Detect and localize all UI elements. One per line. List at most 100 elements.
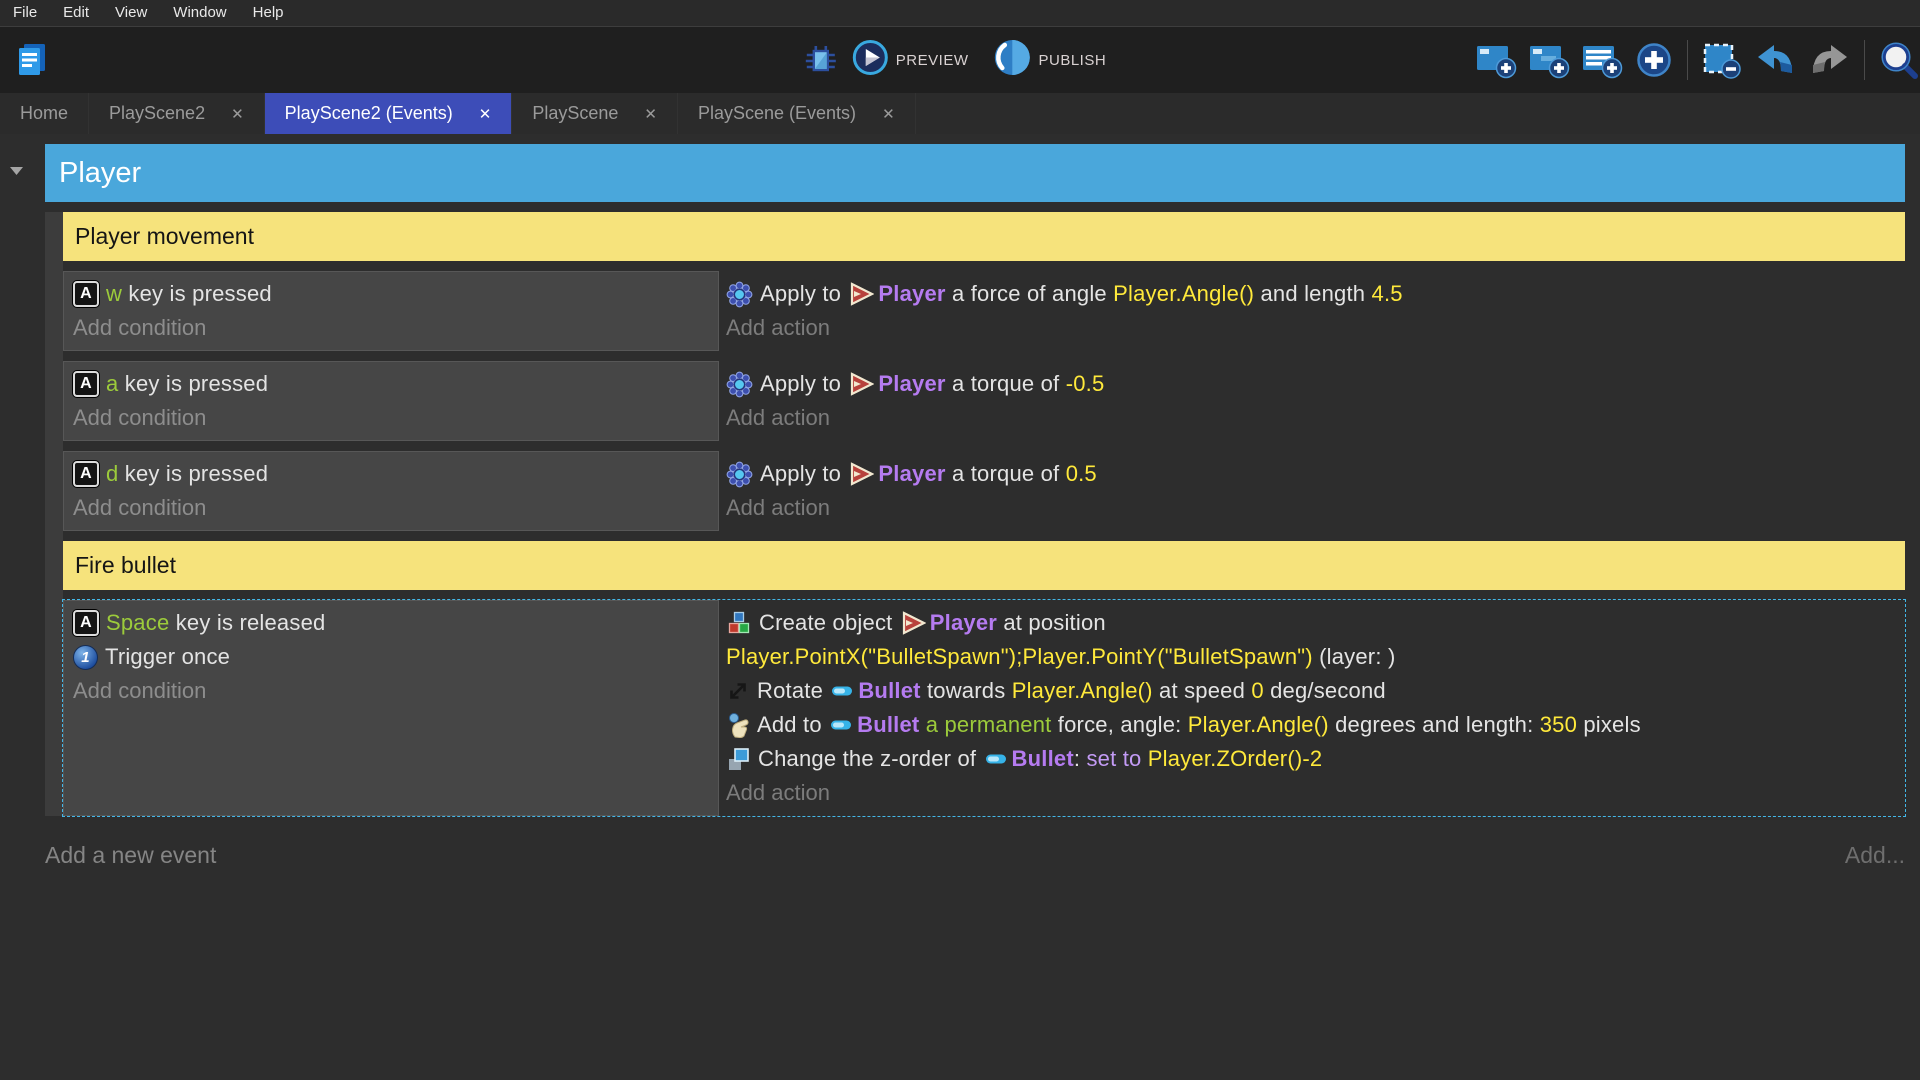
action[interactable]: Create object Player at position xyxy=(726,606,1905,640)
player-object-icon xyxy=(849,372,875,396)
physics-icon xyxy=(726,371,753,398)
comment-row[interactable]: Fire bullet xyxy=(63,541,1905,590)
create-object-icon xyxy=(726,610,752,636)
app-logo-icon[interactable] xyxy=(13,41,51,79)
add-subevent-icon[interactable] xyxy=(1528,41,1572,79)
text-segment: 350 xyxy=(1539,712,1578,737)
add-condition-button[interactable]: Add condition xyxy=(73,311,710,345)
add-action-button[interactable]: Add action xyxy=(726,401,1905,435)
group-title: Player xyxy=(59,156,142,189)
undo-icon[interactable] xyxy=(1754,42,1798,78)
tab-close-icon[interactable]: ✕ xyxy=(231,105,244,123)
text-segment: Player xyxy=(878,281,946,306)
text-segment: Apply to xyxy=(760,461,848,486)
menu-help[interactable]: Help xyxy=(240,0,297,26)
text-segment: Bullet xyxy=(858,678,921,703)
add-more-button[interactable]: Add... xyxy=(1845,842,1905,869)
toolbar-separator xyxy=(1864,40,1865,80)
tab-playscene2[interactable]: PlayScene2 ✕ xyxy=(89,93,265,134)
text-segment: Bullet xyxy=(857,712,920,737)
publish-icon xyxy=(992,38,1031,82)
menu-window[interactable]: Window xyxy=(160,0,239,26)
preview-label: PREVIEW xyxy=(895,51,969,69)
condition[interactable]: Ad key is pressed xyxy=(73,457,710,491)
text-segment: Apply to xyxy=(760,281,848,306)
tab-close-icon[interactable]: ✕ xyxy=(882,105,895,123)
conditions-panel: A Space key is released 1 Trigger once Add c… xyxy=(63,600,719,816)
text-segment: at speed xyxy=(1152,678,1252,703)
condition[interactable]: Aw key is pressed xyxy=(73,277,710,311)
event-group-header[interactable]: Player xyxy=(45,144,1905,202)
tab-bar: Home PlayScene2 ✕ PlayScene2 (Events) ✕ PlayS… xyxy=(0,93,1920,134)
text-segment: key is pressed xyxy=(118,371,269,396)
action[interactable]: Apply to Player a force of angle Player.… xyxy=(726,277,1905,311)
actions-panel: Apply to Player a torque of -0.5 Add acti… xyxy=(719,361,1905,441)
add-event-icon[interactable] xyxy=(1475,41,1519,79)
tab-label: PlayScene2 xyxy=(109,103,206,123)
text-segment: pixels xyxy=(1577,712,1641,737)
add-new-event-button[interactable]: Add a new event xyxy=(45,842,216,869)
actions-panel: Create object Player at position Player.P… xyxy=(719,600,1905,816)
text-segment: Rotate xyxy=(757,678,830,703)
chevron-down-icon[interactable] xyxy=(8,164,25,182)
menu-file[interactable]: File xyxy=(0,0,50,26)
text-segment: Player.Angle() xyxy=(1187,712,1329,737)
text-segment: Space xyxy=(106,610,170,635)
add-condition-button[interactable]: Add condition xyxy=(73,491,710,525)
text-segment: Player.PointX("BulletSpawn");Player.Poin… xyxy=(726,644,1313,669)
tab-playscene-events[interactable]: PlayScene (Events) ✕ xyxy=(678,93,916,134)
tab-home[interactable]: Home xyxy=(0,93,90,134)
menu-edit[interactable]: Edit xyxy=(50,0,102,26)
comment-row[interactable]: Player movement xyxy=(63,212,1905,261)
publish-button[interactable]: PUBLISH xyxy=(992,38,1116,82)
text-segment: Create object xyxy=(759,610,899,635)
tab-playscene2-events[interactable]: PlayScene2 (Events) ✕ xyxy=(264,93,513,134)
add-action-button[interactable]: Add action xyxy=(726,311,1905,345)
sheet-footer: Add a new event Add... xyxy=(45,842,1905,869)
preview-button[interactable]: PREVIEW xyxy=(852,39,979,81)
action[interactable]: Apply to Player a torque of 0.5 xyxy=(726,457,1905,491)
menu-view[interactable]: View xyxy=(102,0,160,26)
tab-close-icon[interactable]: ✕ xyxy=(644,105,657,123)
action[interactable]: Add to Bullet a permanent force, angle: … xyxy=(726,708,1905,742)
force-icon xyxy=(726,712,750,738)
condition[interactable]: Aa key is pressed xyxy=(73,367,710,401)
debug-icon[interactable] xyxy=(804,42,838,78)
player-object-icon xyxy=(849,462,875,486)
text-segment: : xyxy=(1073,746,1087,771)
add-condition-button[interactable]: Add condition xyxy=(73,674,710,708)
text-segment: Player xyxy=(878,461,946,486)
condition[interactable]: 1 Trigger once xyxy=(73,640,710,674)
add-action-button[interactable]: Add action xyxy=(726,776,1905,810)
add-circle-icon[interactable] xyxy=(1634,41,1674,79)
tab-label: Home xyxy=(20,103,69,123)
add-condition-button[interactable]: Add condition xyxy=(73,401,710,435)
add-action-button[interactable]: Add action xyxy=(726,491,1905,525)
action[interactable]: Apply to Player a torque of -0.5 xyxy=(726,367,1905,401)
bullet-object-icon xyxy=(831,681,854,701)
add-comment-icon[interactable] xyxy=(1581,41,1625,79)
text-segment: a torque of xyxy=(945,461,1066,486)
text-segment: Trigger once xyxy=(105,644,231,669)
remove-event-icon[interactable] xyxy=(1701,41,1745,79)
text-segment: a force of angle xyxy=(945,281,1114,306)
toolbar-center: PREVIEW PUBLISH xyxy=(804,27,1116,93)
text-segment: Bullet xyxy=(1011,746,1074,771)
redo-icon[interactable] xyxy=(1807,42,1851,78)
keyboard-key-icon: A xyxy=(73,610,99,636)
action[interactable]: Rotate Bullet towards Player.Angle() at … xyxy=(726,674,1905,708)
actions-panel: Apply to Player a torque of 0.5 Add actio… xyxy=(719,451,1905,531)
text-segment: Apply to xyxy=(760,371,848,396)
condition[interactable]: A Space key is released xyxy=(73,606,710,640)
comment-text: Player movement xyxy=(75,223,254,249)
text-segment: Add to xyxy=(757,712,829,737)
player-object-icon xyxy=(849,282,875,306)
tab-playscene[interactable]: PlayScene ✕ xyxy=(512,93,678,134)
text-segment: degrees and length: xyxy=(1328,712,1540,737)
physics-icon xyxy=(726,281,753,308)
tab-close-icon[interactable]: ✕ xyxy=(479,105,492,123)
action[interactable]: Change the z-order of Bullet: set to Pla… xyxy=(726,742,1905,776)
action[interactable]: Player.PointX("BulletSpawn");Player.Poin… xyxy=(726,640,1905,674)
toolbar-separator xyxy=(1687,40,1688,80)
search-icon[interactable] xyxy=(1878,40,1920,80)
